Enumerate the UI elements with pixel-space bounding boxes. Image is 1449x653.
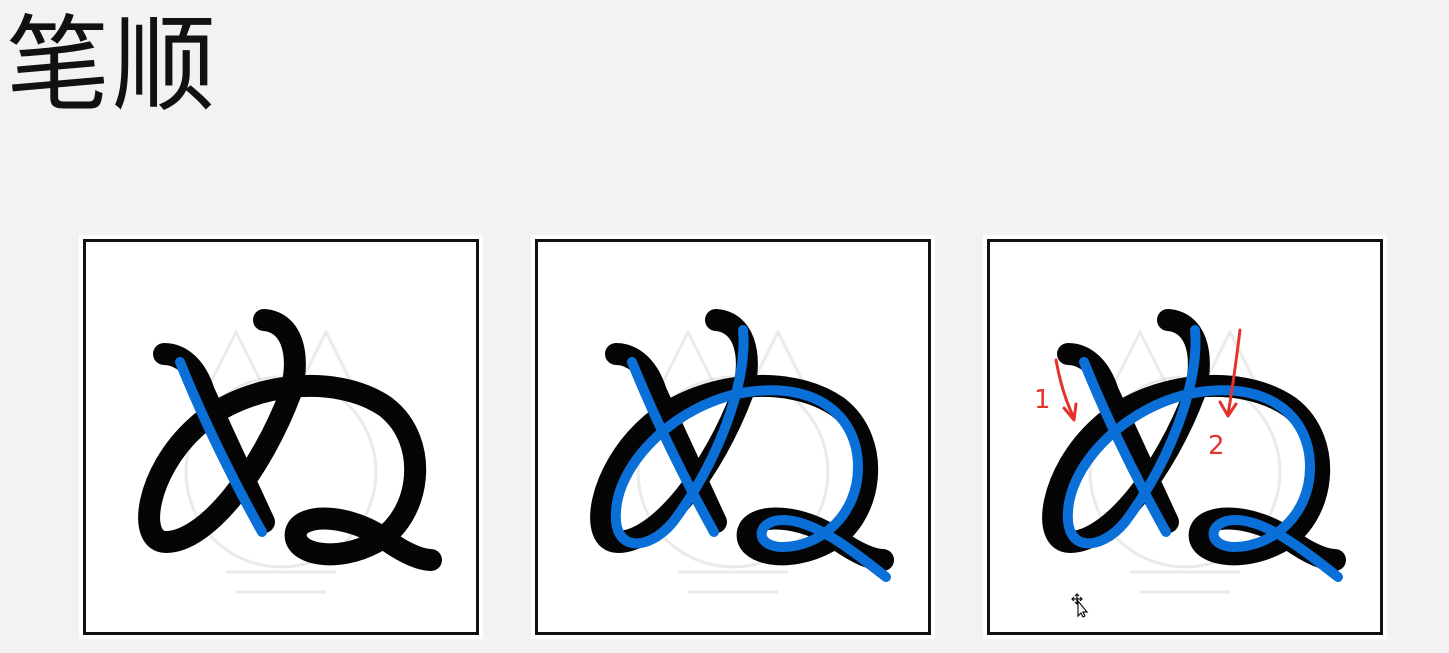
annotation-label-2: 2 [1208,431,1225,461]
stroke-order-panel-3: 1 2 [983,235,1387,639]
stroke-order-diagram-2 [590,309,894,594]
stroke-order-panel-2 [531,235,935,639]
move-cursor-icon [1071,593,1089,618]
character-nu [138,309,442,571]
annotation-1: 1 [1034,358,1078,422]
stroke-order-diagram-3: 1 2 [1034,309,1346,594]
stroke-order-panel-1 [79,235,483,639]
annotation-label-1: 1 [1034,385,1051,415]
stroke-order-stage: 1 2 [0,0,1449,653]
stroke-order-diagram-1 [138,309,442,594]
